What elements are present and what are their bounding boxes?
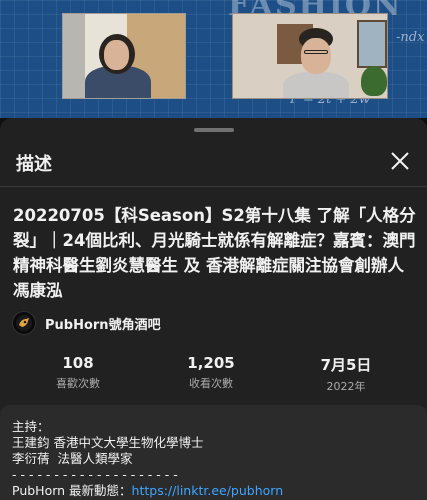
description-box[interactable]: 主持： 王建鈞 香港中文大學生物化學博士 李衍蒨 法醫人類學家 - - - - … — [0, 405, 427, 500]
description-sheet: 描述 20220705【科Season】S2第十八集 了解「人格分裂」｜24個比… — [0, 118, 427, 500]
publish-year: 2022年 — [326, 380, 366, 393]
close-button[interactable] — [389, 150, 411, 172]
desc-link[interactable]: https://linktr.ee/pubhorn — [132, 483, 284, 498]
views-count: 1,205 — [187, 354, 235, 372]
publish-date: 7月5日 — [320, 356, 372, 374]
views-label: 收看次數 — [189, 377, 233, 390]
description-text: 主持： 王建鈞 香港中文大學生物化學博士 李衍蒨 法醫人類學家 - - - - … — [12, 419, 416, 499]
close-icon — [391, 152, 409, 170]
desc-line-host-1: 王建鈞 香港中文大學生物化學博士 — [12, 435, 204, 450]
video-player[interactable]: FASHION -ndx P = 2t + 2w — [0, 0, 427, 118]
participant-video-right — [232, 13, 388, 99]
likes-count: 108 — [62, 354, 94, 372]
stat-date: 7月5日 2022年 — [286, 354, 406, 394]
sheet-title: 描述 — [16, 154, 52, 175]
desc-line-separator: - - - - - - - - - - - - - - - - - - - - — [12, 467, 178, 482]
desc-line-hosts: 主持： — [12, 419, 50, 434]
video-stats: 108 喜歡次數 1,205 收看次數 7月5日 2022年 — [0, 354, 427, 398]
likes-label: 喜歡次數 — [56, 377, 100, 390]
video-title: 20220705【科Season】S2第十八集 了解「人格分裂」｜24個比利、月… — [13, 206, 416, 300]
desc-line-host-2: 李衍蒨 法醫人類學家 — [12, 451, 133, 466]
stat-likes: 108 喜歡次數 — [18, 354, 138, 391]
sheet-header: 描述 — [0, 136, 427, 186]
channel-link[interactable]: PubHorn號角酒吧 — [12, 311, 161, 335]
stat-views: 1,205 收看次數 — [151, 354, 271, 391]
channel-avatar[interactable] — [12, 311, 36, 335]
header-divider — [0, 186, 427, 187]
pubhorn-logo-icon — [16, 315, 32, 331]
desc-line-links-prefix: PubHorn 最新動態： — [12, 483, 132, 498]
chalk-formula-top: -ndx — [396, 30, 425, 45]
participant-video-left — [62, 13, 186, 99]
drag-handle[interactable] — [194, 128, 234, 132]
channel-name[interactable]: PubHorn號角酒吧 — [45, 314, 161, 333]
